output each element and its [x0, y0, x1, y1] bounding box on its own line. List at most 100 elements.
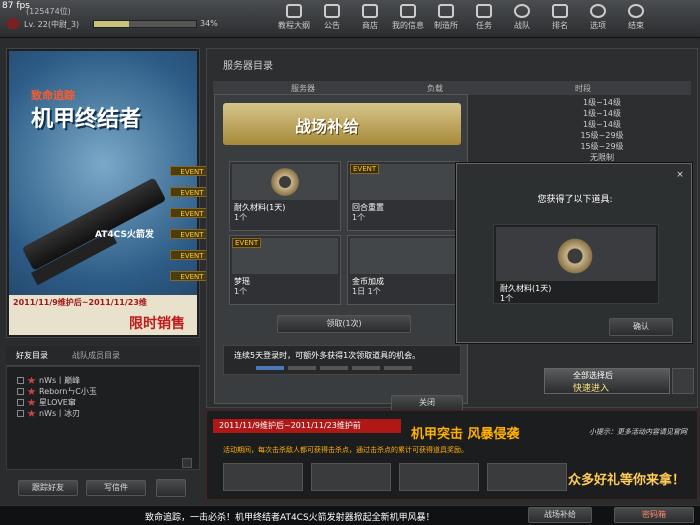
strip-desc: 活动期间，每次击杀敌人都可获得击杀点，通过击杀点的累计可获得道具奖励。 — [223, 446, 468, 454]
dialog-title: 您获得了以下道具: — [537, 195, 613, 205]
reward-item-image — [496, 227, 656, 281]
xp-percent: 34% — [200, 19, 218, 28]
scroll-down-button[interactable] — [182, 458, 192, 468]
promo-date: 2011/11/9维护后~2011/11/23维 — [13, 298, 147, 307]
shop-icon — [362, 4, 378, 18]
supply-item[interactable]: EVENT 梦瑶 1个 — [229, 235, 341, 305]
supply-item[interactable]: 耐久材料(1天) 1个 — [229, 161, 341, 231]
gear-icon — [590, 4, 606, 18]
nav-tutorial[interactable]: 教程大纲 — [275, 2, 313, 36]
promo-limited: 限时销售 — [129, 316, 185, 332]
profile-icon — [400, 4, 416, 18]
mission-icon — [476, 4, 492, 18]
write-mail-button[interactable]: 写信件 — [86, 480, 146, 496]
nav-announcement[interactable]: 公告 — [313, 2, 351, 36]
promo-band: 2011/11/9维护后~2011/11/23维 限时销售 — [9, 295, 197, 335]
supply-banner: 战场补给 — [223, 103, 461, 145]
rank-icon — [27, 387, 36, 395]
promo-banner[interactable]: 致命追踪 机甲终结者 AT4CS火箭发 2011/11/9维护后~2011/11… — [9, 51, 197, 335]
checkbox[interactable] — [17, 388, 24, 395]
server-table-header: 服务器 负载 时段 — [213, 81, 691, 95]
nav-clan[interactable]: 战队 — [503, 2, 541, 36]
promo-gun-name: AT4CS火箭发 — [95, 230, 154, 240]
xp-bar — [93, 20, 197, 28]
strip-tip: 小提示：更多活动内容请见官网 — [589, 428, 687, 436]
close-button[interactable]: 关闭 — [391, 395, 463, 411]
promo-title: 机甲终结者 — [31, 107, 142, 132]
col-server: 服务器 — [291, 84, 315, 93]
login-day-1 — [256, 366, 284, 370]
server-time[interactable]: 15级~29级 — [557, 130, 647, 141]
supply-window: 战场补给 耐久材料(1天) 1个 EVENT 回合重置 1个 EVENT 梦瑶 … — [214, 94, 468, 411]
col-time: 时段 — [575, 84, 591, 93]
event-strip: 2011/11/9维护后~2011/11/23维护前 机甲突击 风暴侵袭 小提示… — [206, 410, 698, 500]
checkbox[interactable] — [17, 399, 24, 406]
close-icon[interactable]: × — [675, 170, 685, 180]
confirm-button[interactable]: 确认 — [609, 318, 673, 336]
list-item[interactable]: nWs丨巅峰 — [17, 375, 80, 386]
nav-craft[interactable]: 制造所 — [427, 2, 465, 36]
reward-dialog: × 您获得了以下道具: 耐久材料(1天) 1个 确认 — [456, 163, 692, 343]
friend-list: nWs丨巅峰 RebornㄣC小玉 星LOVE窜 nWs丨冰刃 — [6, 366, 200, 470]
supply-note: 连续5天登录时，可额外多获得1次领取道具的机会。 — [223, 345, 461, 375]
reward-item — [311, 463, 391, 491]
clan-icon — [514, 4, 530, 18]
strip-cheer: 众多好礼等你来拿！ — [567, 473, 685, 488]
list-item[interactable]: 星LOVE窜 — [17, 397, 76, 408]
server-time[interactable]: 15级~29级 — [557, 141, 647, 152]
quick-join-button[interactable]: 全部选择后 快速进入 — [544, 368, 670, 394]
supply-button[interactable]: 战场补给 — [528, 507, 592, 523]
gear-icon[interactable] — [672, 368, 694, 394]
nav-exit[interactable]: 结束 — [617, 2, 655, 36]
server-time[interactable]: 1级~14级 — [557, 108, 647, 119]
server-time[interactable]: 无限制 — [557, 152, 647, 163]
nav-shop[interactable]: 商店 — [351, 2, 389, 36]
reward-item — [399, 463, 479, 491]
rocket-launcher-image — [21, 177, 167, 271]
reward-item — [487, 463, 567, 491]
player-id: (125474位) — [26, 7, 71, 16]
main-nav: 教程大纲 公告 商店 我的信息 制造所 任务 战队 排名 选项 结束 — [275, 2, 655, 36]
tab-friends[interactable]: 好友目录 — [16, 350, 48, 361]
craft-icon — [438, 4, 454, 18]
strip-title: 机甲突击 风暴侵袭 — [411, 427, 520, 442]
nav-profile[interactable]: 我的信息 — [389, 2, 427, 36]
login-day-5 — [384, 366, 412, 370]
player-level: Lv. 22(中尉_3) — [24, 20, 80, 29]
nav-options[interactable]: 选项 — [579, 2, 617, 36]
rank-icon — [27, 409, 36, 417]
rank-icon — [27, 398, 36, 406]
list-item[interactable]: RebornㄣC小玉 — [17, 386, 97, 397]
nav-mission[interactable]: 任务 — [465, 2, 503, 36]
news-ticker: 致命追踪，一击必杀！机甲终结者AT4CS火箭发射器掀起全新机甲风暴！ — [145, 513, 435, 523]
server-time[interactable]: 1级~14级 — [557, 119, 647, 130]
tab-clan-members[interactable]: 战队成员目录 — [72, 350, 120, 361]
supply-item[interactable]: 金币加成 1日 1个 — [347, 235, 459, 305]
password-box-button[interactable]: 密码箱 — [614, 507, 694, 523]
tutorial-icon — [286, 4, 302, 18]
reward-item — [223, 463, 303, 491]
supply-title: 战场补给 — [295, 117, 360, 136]
supply-item[interactable]: EVENT 回合重置 1个 — [347, 161, 459, 231]
supply-item-image — [232, 164, 338, 200]
megaphone-icon — [324, 4, 340, 18]
mail-icon[interactable] — [156, 479, 186, 497]
supply-item-image — [350, 238, 456, 274]
list-item[interactable]: nWs丨冰刃 — [17, 408, 80, 419]
add-friend-button[interactable]: 跟踪好友 — [18, 480, 78, 496]
gear-icon — [554, 237, 596, 275]
checkbox[interactable] — [17, 410, 24, 417]
claim-button[interactable]: 领取(1次) — [277, 315, 411, 333]
col-load: 负载 — [427, 84, 443, 93]
server-time[interactable]: 1级~14级 — [557, 97, 647, 108]
nav-ranking[interactable]: 排名 — [541, 2, 579, 36]
checkbox[interactable] — [17, 377, 24, 384]
rank-icon — [27, 376, 36, 384]
trophy-icon — [552, 4, 568, 18]
friend-tabs: 好友目录 战队成员目录 — [6, 346, 200, 366]
power-icon — [628, 4, 644, 18]
reward-item: 耐久材料(1天) 1个 — [493, 224, 659, 304]
server-title: 服务器目录 — [223, 61, 273, 72]
login-day-2 — [288, 366, 316, 370]
login-day-4 — [352, 366, 380, 370]
